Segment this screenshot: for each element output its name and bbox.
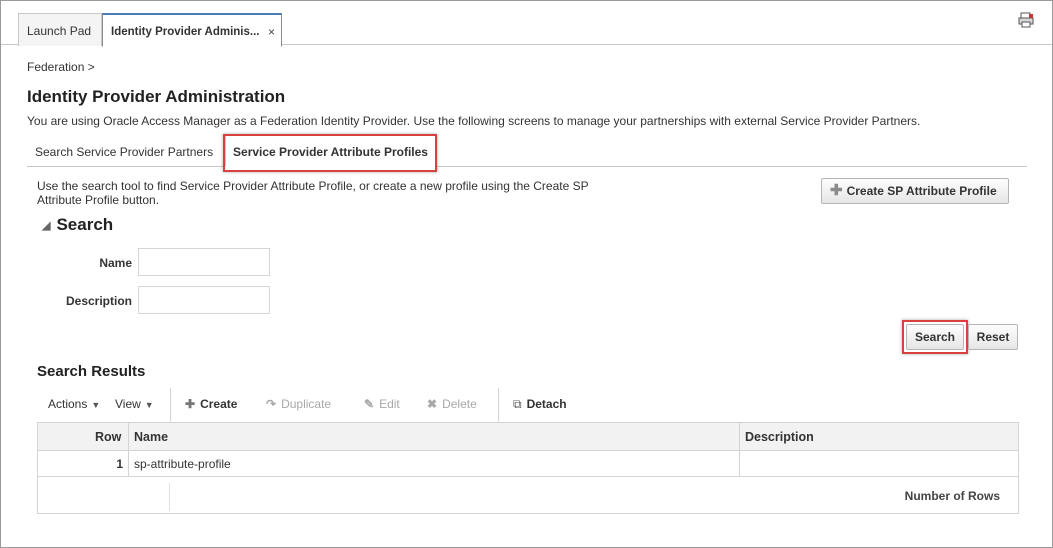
- description-label: Description: [65, 294, 132, 308]
- reset-button[interactable]: Reset: [968, 324, 1018, 350]
- name-input[interactable]: [138, 248, 270, 276]
- footer-divider: [169, 483, 170, 511]
- view-menu[interactable]: View ▼: [115, 397, 154, 411]
- delete-x-icon: ✖: [427, 397, 438, 411]
- table-footer: Number of Rows: [38, 477, 1018, 513]
- printable-page-icon[interactable]: [1018, 12, 1034, 28]
- plus-icon: ✚: [830, 182, 843, 199]
- create-label: Create: [200, 397, 238, 411]
- page-description: You are using Oracle Access Manager as a…: [27, 114, 921, 128]
- toolbar-divider: [498, 388, 499, 422]
- edit-button[interactable]: ✎ Edit: [364, 397, 400, 411]
- results-table: Row Name Description 1 sp-attribute-prof…: [37, 422, 1019, 514]
- search-section-header[interactable]: ◢ Search: [42, 215, 113, 235]
- detach-icon: ⧉: [513, 397, 522, 411]
- table-row[interactable]: 1 sp-attribute-profile: [38, 451, 1018, 477]
- create-sp-attribute-profile-button[interactable]: ✚ Create SP Attribute Profile: [821, 178, 1009, 204]
- column-header-description[interactable]: Description: [745, 430, 814, 444]
- chevron-down-icon: ▼: [144, 400, 154, 410]
- search-title: Search: [56, 215, 114, 234]
- tab-launch-pad[interactable]: Launch Pad: [18, 13, 102, 46]
- breadcrumb[interactable]: Federation >: [27, 60, 95, 74]
- cell-row-number: 1: [116, 457, 123, 471]
- detach-button[interactable]: ⧉ Detach: [513, 397, 567, 412]
- plus-icon: ✚: [185, 397, 196, 411]
- create-sp-button-label: Create SP Attribute Profile: [846, 184, 997, 198]
- tab-label: Identity Provider Adminis...: [111, 26, 260, 38]
- actions-label: Actions: [48, 397, 88, 411]
- duplicate-label: Duplicate: [281, 397, 332, 411]
- close-tab-icon[interactable]: ×: [268, 15, 275, 49]
- view-label: View: [115, 397, 141, 411]
- subtab-bar: Search Service Provider Partners Service…: [27, 135, 1027, 167]
- name-label: Name: [99, 256, 132, 270]
- duplicate-button[interactable]: ↷ Duplicate: [266, 397, 331, 411]
- highlight-search-button: [902, 320, 968, 354]
- edit-label: Edit: [379, 397, 400, 411]
- delete-button[interactable]: ✖ Delete: [427, 397, 477, 411]
- tab-search-service-provider-partners[interactable]: Search Service Provider Partners: [35, 136, 213, 167]
- description-input[interactable]: [138, 286, 270, 314]
- create-button[interactable]: ✚ Create: [185, 397, 237, 411]
- search-results-title: Search Results: [37, 363, 146, 380]
- table-header-row: Row Name Description: [38, 423, 1018, 451]
- highlight-attribute-profiles-tab: [223, 134, 437, 172]
- actions-menu[interactable]: Actions ▼: [48, 397, 100, 411]
- results-toolbar: Actions ▼ View ▼ ✚ Create ↷ Duplicate ✎ Edit …: [37, 388, 1017, 422]
- chevron-down-icon: ▼: [91, 400, 101, 410]
- top-tab-bar: Launch Pad Identity Provider Adminis... …: [1, 1, 1052, 47]
- detach-label: Detach: [526, 397, 567, 411]
- delete-label: Delete: [442, 397, 477, 411]
- collapse-triangle-icon[interactable]: ◢: [42, 219, 50, 232]
- toolbar-divider: [170, 388, 171, 422]
- pencil-icon: ✎: [364, 397, 375, 411]
- column-header-name[interactable]: Name: [134, 430, 168, 444]
- number-of-rows-label: Number of Rows: [904, 489, 1000, 503]
- help-text: Use the search tool to find Service Prov…: [37, 179, 589, 207]
- duplicate-icon: ↷: [266, 397, 277, 411]
- page-title: Identity Provider Administration: [27, 87, 286, 106]
- tab-identity-provider-administration[interactable]: Identity Provider Adminis... ×: [102, 13, 282, 47]
- column-header-row[interactable]: Row: [95, 430, 121, 444]
- cell-name[interactable]: sp-attribute-profile: [134, 457, 231, 471]
